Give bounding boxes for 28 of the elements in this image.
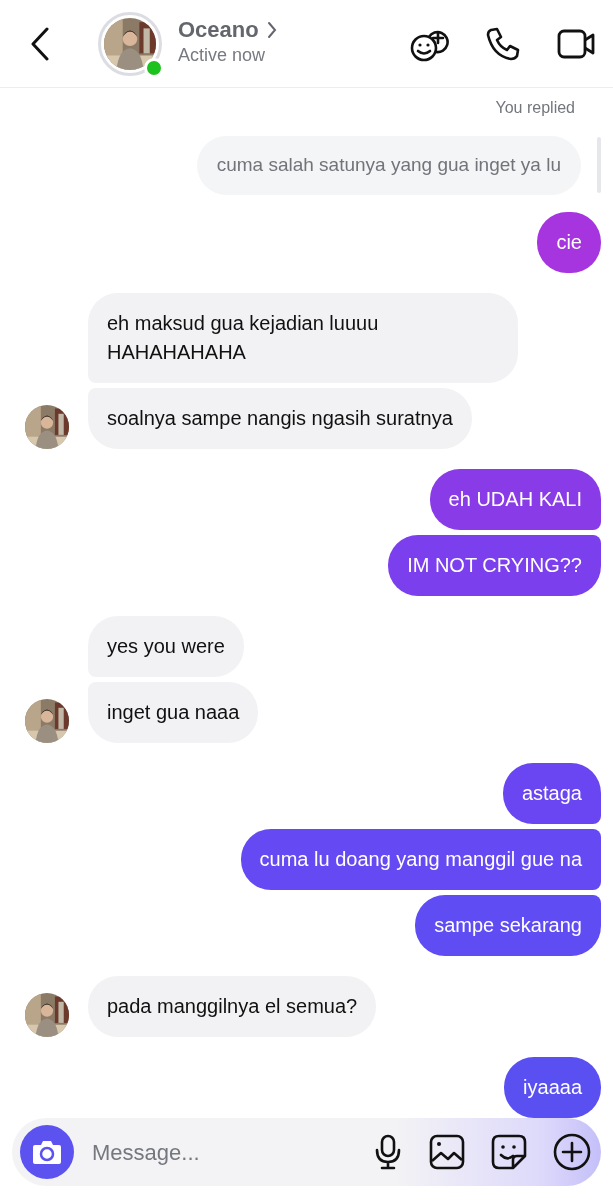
message-bubble: eh maksud gua kejadian luuuu HAHAHAHAHA <box>88 292 518 383</box>
message-bubble: cie <box>537 211 601 273</box>
message-bubble: yes you were <box>88 615 244 677</box>
reply-note: You replied <box>494 98 576 118</box>
message-bubble: pada manggilnya el semua? <box>88 975 377 1037</box>
message-field[interactable]: Message... <box>90 1134 340 1170</box>
message-bubble: inget gua naaa <box>88 681 259 743</box>
message-bubble: IM NOT CRYING?? <box>388 534 601 596</box>
image-icon[interactable] <box>429 1134 465 1170</box>
camera-icon <box>32 1139 62 1165</box>
back-icon[interactable] <box>30 26 50 61</box>
chevron-icon <box>266 21 277 39</box>
sticker-icon[interactable] <box>491 1134 527 1170</box>
message-bubble: soalnya sampe nangis ngasih suratnya <box>88 387 472 449</box>
message-bubble: iyaaaa <box>504 1056 601 1118</box>
status-text: Active now <box>178 44 267 68</box>
message-bubble: cuma lu doang yang manggil gue na <box>240 828 601 890</box>
video-call-icon[interactable] <box>557 27 597 60</box>
message-bubble: sampe sekarang <box>415 894 601 956</box>
camera-button[interactable] <box>20 1125 74 1179</box>
phone-icon[interactable] <box>485 25 521 62</box>
replied-message: cuma salah satunya yang gua inget ya lu <box>196 136 581 195</box>
message-bubble: astaga <box>502 762 601 824</box>
contact-name[interactable]: Oceano <box>178 17 259 43</box>
add-icon[interactable] <box>553 1133 591 1171</box>
microphone-icon[interactable] <box>373 1134 403 1170</box>
message-bubble: eh UDAH KALI <box>429 468 601 530</box>
message-composer[interactable]: Message... <box>12 1118 601 1186</box>
